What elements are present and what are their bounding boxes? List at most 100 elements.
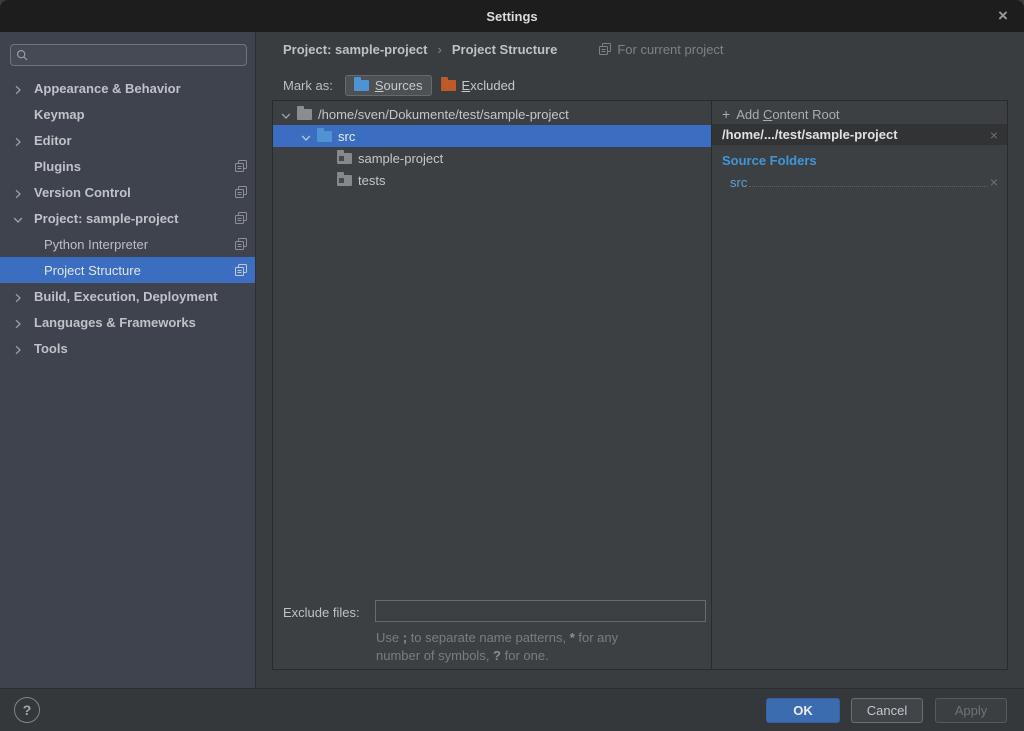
tree-label: src: [338, 129, 355, 144]
hint-text: number of symbols,: [376, 648, 493, 663]
sidebar-item-label: Version Control: [34, 185, 131, 200]
sidebar-item-label: Project: sample-project: [34, 211, 179, 226]
search-icon: [16, 49, 29, 62]
settings-dialog: Settings × Appearance & Behavior Keymap …: [0, 0, 1024, 731]
add-root-label: ontent Root: [772, 107, 839, 122]
hint-text: Use: [376, 630, 403, 645]
chevron-right-icon: [13, 317, 23, 327]
add-root-mnemonic: C: [763, 107, 772, 122]
sidebar-item-python-interpreter[interactable]: Python Interpreter: [0, 231, 255, 257]
settings-badge-icon: [235, 160, 247, 172]
exclude-files-input[interactable]: [375, 600, 706, 622]
hint-text: for any: [575, 630, 618, 645]
mark-sources-button[interactable]: Sources: [345, 75, 432, 96]
folder-icon: [337, 175, 352, 186]
titlebar: Settings ×: [0, 0, 1024, 32]
chevron-down-icon: [13, 213, 23, 223]
dialog-title: Settings: [486, 9, 537, 24]
add-content-root-button[interactable]: + Add Content Root: [712, 104, 1007, 124]
ok-button[interactable]: OK: [766, 698, 840, 723]
tree-label: tests: [358, 173, 385, 188]
tree-row-sample-project[interactable]: sample-project: [273, 147, 711, 169]
sources-label: ources: [384, 78, 423, 93]
sidebar-item-editor[interactable]: Editor: [0, 127, 255, 153]
excluded-label: xcluded: [470, 78, 515, 93]
sidebar-item-label: Languages & Frameworks: [34, 315, 196, 330]
tree-label: /home/sven/Dokumente/test/sample-project: [318, 107, 569, 122]
close-icon[interactable]: ×: [992, 5, 1014, 27]
add-root-label: Add: [736, 107, 763, 122]
help-button[interactable]: ?: [14, 697, 40, 723]
settings-badge-icon: [235, 186, 247, 198]
sidebar-item-label: Tools: [34, 341, 68, 356]
folder-icon: [337, 153, 352, 164]
for-current-project-badge: For current project: [599, 42, 723, 57]
sidebar-item-label: Editor: [34, 133, 72, 148]
content-root-entry[interactable]: /home/.../test/sample-project ×: [712, 124, 1007, 145]
source-folder-name: src: [730, 175, 747, 190]
sidebar-item-appearance-behavior[interactable]: Appearance & Behavior: [0, 75, 255, 101]
sidebar-item-project-structure[interactable]: Project Structure: [0, 257, 255, 283]
sidebar-item-version-control[interactable]: Version Control: [0, 179, 255, 205]
exclude-files-label: Exclude files:: [283, 605, 360, 620]
chevron-right-icon: [13, 343, 23, 353]
mark-excluded-button[interactable]: Excluded: [436, 76, 520, 95]
source-folder-entry[interactable]: src ×: [730, 172, 998, 190]
search-input[interactable]: [29, 48, 246, 63]
sidebar-item-label: Keymap: [34, 107, 85, 122]
settings-badge-icon: [235, 238, 247, 250]
excluded-mnemonic: E: [462, 78, 471, 93]
source-folder-icon: [317, 131, 332, 142]
badge-label: For current project: [617, 42, 723, 57]
breadcrumb-project[interactable]: Project: sample-project: [283, 42, 428, 57]
chevron-down-icon[interactable]: [301, 131, 311, 141]
sidebar-item-label: Python Interpreter: [44, 237, 148, 252]
source-folders-heading: Source Folders: [722, 153, 817, 168]
hint-text: for one.: [501, 648, 549, 663]
settings-sidebar: Appearance & Behavior Keymap Editor Plug…: [0, 32, 256, 688]
tree-row-content-root[interactable]: /home/sven/Dokumente/test/sample-project: [273, 103, 711, 125]
chevron-down-icon[interactable]: [281, 109, 291, 119]
sidebar-item-label: Build, Execution, Deployment: [34, 289, 217, 304]
sidebar-item-label: Plugins: [34, 159, 81, 174]
breadcrumb: Project: sample-project › Project Struct…: [283, 40, 724, 58]
sidebar-item-keymap[interactable]: Keymap: [0, 101, 255, 127]
sidebar-item-project-sample-project[interactable]: Project: sample-project: [0, 205, 255, 231]
plus-icon: +: [722, 106, 730, 122]
chevron-right-icon: [13, 291, 23, 301]
sidebar-item-plugins[interactable]: Plugins: [0, 153, 255, 179]
content-root-path: /home/.../test/sample-project: [722, 127, 898, 142]
content-roots-tree: /home/sven/Dokumente/test/sample-project…: [273, 101, 712, 669]
chevron-right-icon: [13, 135, 23, 145]
sidebar-item-label: Project Structure: [44, 263, 141, 278]
content-root-details: + Add Content Root /home/.../test/sample…: [712, 101, 1007, 669]
excluded-folder-icon: [441, 80, 456, 91]
tree-row-tests[interactable]: tests: [273, 169, 711, 191]
remove-source-folder-icon[interactable]: ×: [990, 174, 998, 190]
sources-folder-icon: [354, 80, 369, 91]
settings-badge-icon: [235, 212, 247, 224]
folder-icon: [297, 109, 312, 120]
search-box[interactable]: [10, 44, 247, 66]
tree-row-src[interactable]: src: [273, 125, 711, 147]
tree-label: sample-project: [358, 151, 443, 166]
settings-badge-icon: [235, 264, 247, 276]
settings-badge-icon: [599, 43, 611, 55]
breadcrumb-project-structure: Project Structure: [452, 42, 557, 57]
chevron-right-icon: [13, 187, 23, 197]
apply-button[interactable]: Apply: [935, 698, 1007, 723]
settings-nav: Appearance & Behavior Keymap Editor Plug…: [0, 75, 255, 361]
mark-as-label: Mark as:: [283, 78, 333, 93]
hint-question: ?: [493, 648, 501, 663]
sources-mnemonic: S: [375, 78, 384, 93]
exclude-pattern-hint: Use ; to separate name patterns, * for a…: [376, 629, 721, 665]
sidebar-item-build-execution-deployment[interactable]: Build, Execution, Deployment: [0, 283, 255, 309]
chevron-right-icon: [13, 83, 23, 93]
hint-text: to separate name patterns,: [407, 630, 570, 645]
sidebar-item-languages-frameworks[interactable]: Languages & Frameworks: [0, 309, 255, 335]
mark-as-toolbar: Mark as: Sources Excluded: [283, 74, 520, 96]
cancel-button[interactable]: Cancel: [851, 698, 923, 723]
remove-content-root-icon[interactable]: ×: [990, 127, 998, 143]
sidebar-item-tools[interactable]: Tools: [0, 335, 255, 361]
dialog-footer: ? OK Cancel Apply: [0, 688, 1024, 731]
